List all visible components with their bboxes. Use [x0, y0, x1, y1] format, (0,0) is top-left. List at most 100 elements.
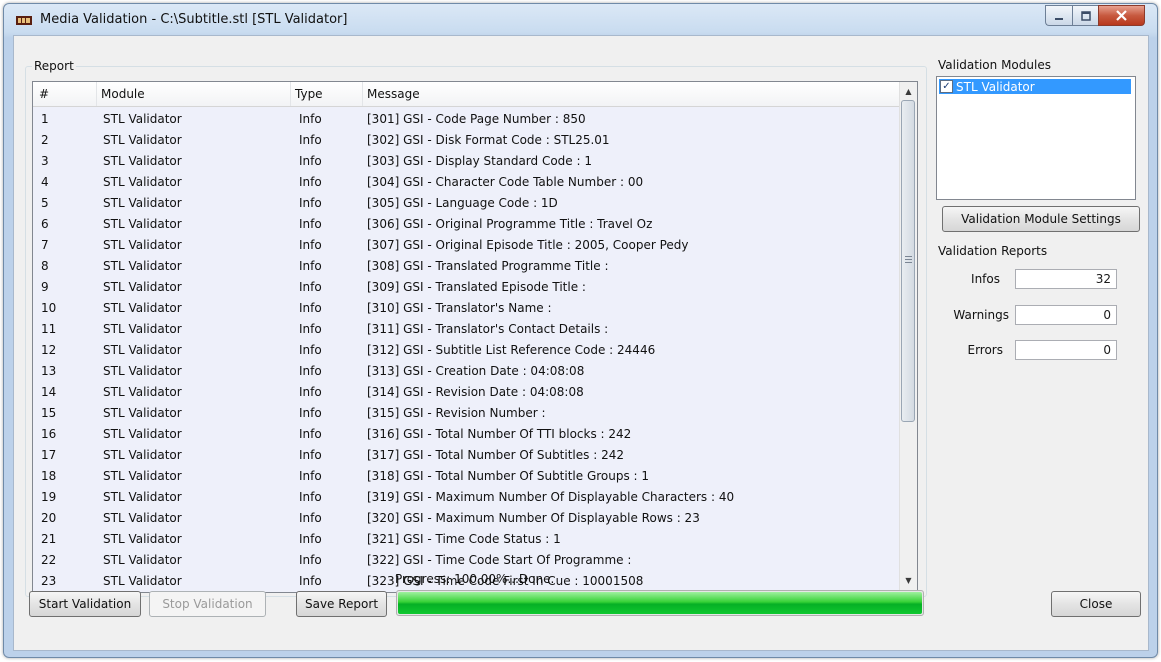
table-row[interactable]: 14 STL Validator Info [314] GSI - Revision …: [33, 382, 899, 403]
row-message: [306] GSI - Original Programme Title : T…: [367, 217, 653, 231]
row-type: Info: [299, 112, 322, 126]
row-module: STL Validator: [103, 343, 182, 357]
column-header-type[interactable]: Type: [291, 82, 363, 106]
close-button[interactable]: Close: [1051, 591, 1141, 617]
row-type: Info: [299, 385, 322, 399]
row-module: STL Validator: [103, 490, 182, 504]
row-type: Info: [299, 427, 322, 441]
row-module: STL Validator: [103, 553, 182, 567]
row-module: STL Validator: [103, 217, 182, 231]
progress-bar-fill: [398, 592, 922, 614]
stop-validation-button[interactable]: Stop Validation: [149, 591, 266, 617]
row-type: Info: [299, 553, 322, 567]
module-checkbox[interactable]: ✓: [940, 80, 953, 93]
row-number: 14: [41, 385, 57, 399]
row-message: [311] GSI - Translator's Contact Details…: [367, 322, 609, 336]
table-row[interactable]: 4 STL Validator Info [304] GSI - Character …: [33, 172, 899, 193]
row-module: STL Validator: [103, 511, 182, 525]
table-row[interactable]: 1 STL Validator Info [301] GSI - Code Page …: [33, 109, 899, 130]
table-row[interactable]: 3 STL Validator Info [303] GSI - Display St…: [33, 151, 899, 172]
row-number: 2: [41, 133, 49, 147]
row-module: STL Validator: [103, 301, 182, 315]
validation-reports-group: Validation Reports: [936, 244, 1146, 595]
table-row[interactable]: 22 STL Validator Info [322] GSI - Time Code…: [33, 550, 899, 571]
column-header-message[interactable]: Message: [363, 82, 899, 106]
row-message: [320] GSI - Maximum Number Of Displayabl…: [367, 511, 700, 525]
row-message: [317] GSI - Total Number Of Subtitles : …: [367, 448, 624, 462]
row-module: STL Validator: [103, 133, 182, 147]
row-module: STL Validator: [103, 175, 182, 189]
scroll-thumb[interactable]: [901, 100, 915, 422]
row-message: [307] GSI - Original Episode Title : 200…: [367, 238, 689, 252]
row-message: [310] GSI - Translator's Name :: [367, 301, 552, 315]
row-type: Info: [299, 154, 322, 168]
column-header-number[interactable]: #: [33, 82, 97, 106]
scroll-up-arrow-icon[interactable]: ▲: [900, 83, 917, 100]
table-row[interactable]: 13 STL Validator Info [313] GSI - Creation …: [33, 361, 899, 382]
client-area: Report # Module Type Message 1 STL Valida…: [13, 35, 1149, 651]
table-row[interactable]: 17 STL Validator Info [317] GSI - Total Num…: [33, 445, 899, 466]
row-module: STL Validator: [103, 322, 182, 336]
window-controls: [1045, 5, 1145, 26]
row-number: 11: [41, 322, 57, 336]
row-type: Info: [299, 406, 322, 420]
table-row[interactable]: 6 STL Validator Info [306] GSI - Original P…: [33, 214, 899, 235]
window-title: Media Validation - C:\Subtitle.stl [STL …: [40, 12, 348, 27]
row-number: 5: [41, 196, 49, 210]
row-type: Info: [299, 448, 322, 462]
table-row[interactable]: 11 STL Validator Info [311] GSI - Translato…: [33, 319, 899, 340]
row-module: STL Validator: [103, 154, 182, 168]
row-number: 22: [41, 553, 57, 567]
table-row[interactable]: 19 STL Validator Info [319] GSI - Maximum N…: [33, 487, 899, 508]
row-type: Info: [299, 196, 322, 210]
row-message: [316] GSI - Total Number Of TTI blocks :…: [367, 427, 632, 441]
vertical-scrollbar[interactable]: ▲ ▼: [899, 82, 917, 590]
row-number: 23: [41, 574, 57, 588]
table-row[interactable]: 21 STL Validator Info [321] GSI - Time Code…: [33, 529, 899, 550]
report-table[interactable]: # Module Type Message 1 STL Validator Info…: [32, 81, 918, 593]
table-row[interactable]: 7 STL Validator Info [307] GSI - Original E…: [33, 235, 899, 256]
row-module: STL Validator: [103, 112, 182, 126]
row-number: 9: [41, 280, 49, 294]
row-message: [301] GSI - Code Page Number : 850: [367, 112, 586, 126]
save-report-button[interactable]: Save Report: [296, 591, 387, 617]
row-number: 19: [41, 490, 57, 504]
table-row[interactable]: 20 STL Validator Info [320] GSI - Maximum N…: [33, 508, 899, 529]
validation-module-settings-button[interactable]: Validation Module Settings: [942, 206, 1140, 232]
column-header-module[interactable]: Module: [97, 82, 291, 106]
row-module: STL Validator: [103, 259, 182, 273]
table-row[interactable]: 8 STL Validator Info [308] GSI - Translated…: [33, 256, 899, 277]
table-row[interactable]: 10 STL Validator Info [310] GSI - Translato…: [33, 298, 899, 319]
minimize-icon[interactable]: [1045, 5, 1072, 26]
table-row[interactable]: 12 STL Validator Info [312] GSI - Subtitle …: [33, 340, 899, 361]
row-type: Info: [299, 322, 322, 336]
row-message: [308] GSI - Translated Programme Title :: [367, 259, 609, 273]
row-module: STL Validator: [103, 427, 182, 441]
validation-modules-list[interactable]: ✓ STL Validator: [936, 76, 1136, 200]
table-row[interactable]: 2 STL Validator Info [302] GSI - Disk Forma…: [33, 130, 899, 151]
table-body: 1 STL Validator Info [301] GSI - Code Page …: [33, 109, 899, 592]
row-module: STL Validator: [103, 406, 182, 420]
row-type: Info: [299, 280, 322, 294]
row-type: Info: [299, 469, 322, 483]
row-type: Info: [299, 364, 322, 378]
close-icon[interactable]: [1098, 5, 1145, 26]
infos-label: Infos: [971, 272, 1000, 286]
table-row[interactable]: 9 STL Validator Info [309] GSI - Translated…: [33, 277, 899, 298]
module-item-stl-validator[interactable]: ✓ STL Validator: [939, 79, 1131, 94]
table-row[interactable]: 15 STL Validator Info [315] GSI - Revision …: [33, 403, 899, 424]
start-validation-button[interactable]: Start Validation: [29, 591, 141, 617]
title-bar[interactable]: Media Validation - C:\Subtitle.stl [STL …: [4, 4, 1157, 34]
row-number: 18: [41, 469, 57, 483]
scroll-down-arrow-icon[interactable]: ▼: [900, 572, 917, 589]
table-row[interactable]: 16 STL Validator Info [316] GSI - Total Num…: [33, 424, 899, 445]
row-number: 21: [41, 532, 57, 546]
row-message: [321] GSI - Time Code Status : 1: [367, 532, 561, 546]
media-validation-window: Media Validation - C:\Subtitle.stl [STL …: [3, 3, 1158, 658]
maximize-icon[interactable]: [1072, 5, 1098, 26]
row-module: STL Validator: [103, 238, 182, 252]
table-row[interactable]: 18 STL Validator Info [318] GSI - Total Num…: [33, 466, 899, 487]
row-message: [302] GSI - Disk Format Code : STL25.01: [367, 133, 610, 147]
table-row[interactable]: 5 STL Validator Info [305] GSI - Language C…: [33, 193, 899, 214]
row-number: 8: [41, 259, 49, 273]
